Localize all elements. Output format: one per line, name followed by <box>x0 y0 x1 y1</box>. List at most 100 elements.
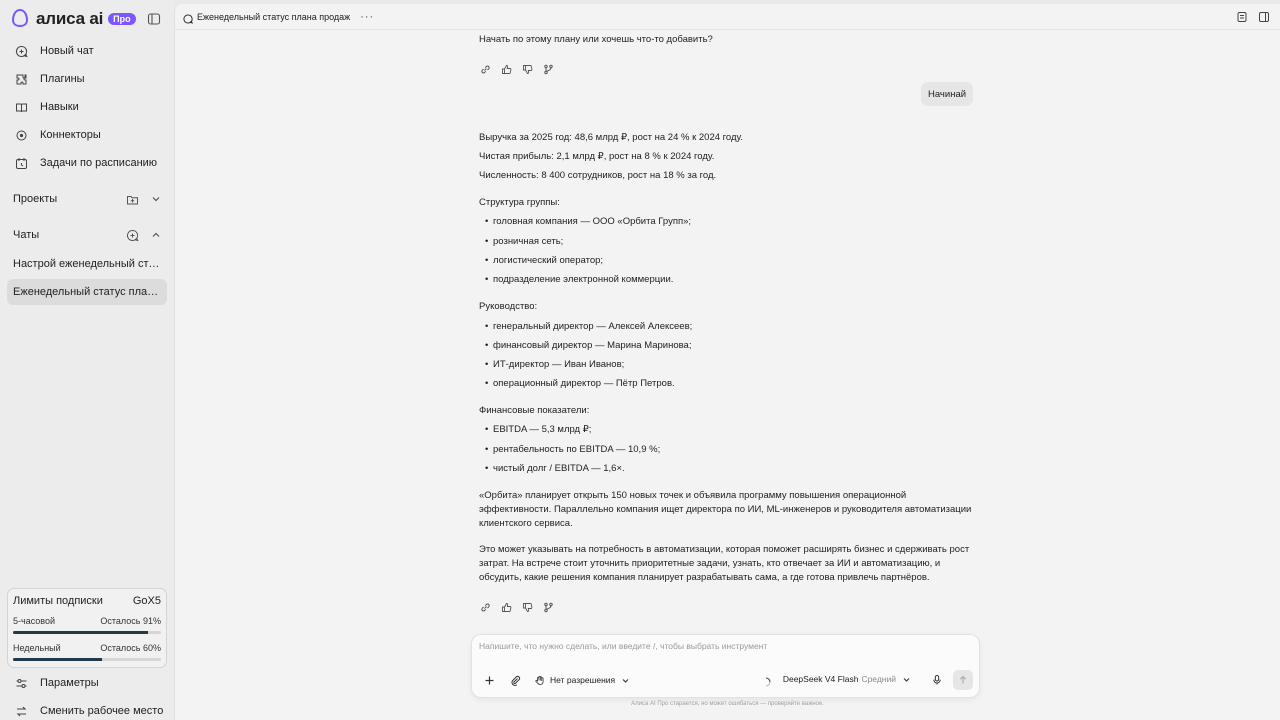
list-item: операционный директор — Пётр Петров. <box>485 377 973 391</box>
thumbs-down-icon[interactable] <box>521 63 533 75</box>
chevron-down-icon <box>902 675 911 684</box>
assistant-message-text: Численность: 8 400 сотрудников, рост на … <box>479 170 717 181</box>
brand[interactable]: алиса ai Про <box>10 8 136 30</box>
model-effort: Средний <box>861 674 896 684</box>
sidebar-item-plugins[interactable]: Плагины <box>8 66 166 92</box>
more-options-icon[interactable]: ··· <box>360 11 374 23</box>
sidebar-item-label: Коннекторы <box>40 129 101 141</box>
add-icon[interactable] <box>482 673 496 687</box>
chat-bubble-icon <box>183 12 194 24</box>
projects-title: Проекты <box>13 193 58 205</box>
assistant-paragraph: Это может указывать на потребность в авт… <box>479 544 970 583</box>
chevron-down-icon <box>621 676 630 685</box>
sidebar: алиса ai Про Новый чат Плагины Навыки Ко… <box>0 0 174 720</box>
thumbs-up-icon[interactable] <box>500 601 512 613</box>
model-name: DeepSeek V4 Flash <box>782 674 859 684</box>
microphone-icon[interactable] <box>931 674 943 686</box>
five-hour-progress <box>13 631 161 634</box>
section-heading: Структура группы: <box>479 197 560 208</box>
section-heading: Руководство: <box>479 301 538 312</box>
brand-name: алиса ai <box>36 9 104 28</box>
loading-spinner-icon <box>761 675 771 687</box>
sidebar-item-label: Задачи по расписанию <box>40 157 158 169</box>
disclaimer-text: Алиса AI Про старается, но может ошибать… <box>631 701 824 707</box>
list-item: чистый долг / EBITDA — 1,6×. <box>485 462 973 476</box>
new-project-icon[interactable] <box>125 192 139 206</box>
composer-toolbar: Нет разрешения <box>482 673 630 687</box>
branch-icon[interactable] <box>542 601 554 613</box>
connector-icon <box>14 128 28 142</box>
projects-section: Проекты <box>13 189 163 209</box>
weekly-label: Недельный <box>13 643 61 653</box>
copy-icon[interactable] <box>479 63 491 75</box>
chat-title: Еженедельный статус плана продаж <box>13 286 161 298</box>
branch-icon[interactable] <box>542 63 554 75</box>
list-item: розничная сеть; <box>485 235 973 249</box>
five-hour-label: 5-часовой <box>13 616 56 626</box>
sidebar-item-switch-workspace[interactable]: Сменить рабочее место <box>8 698 166 720</box>
side-panel-icon[interactable] <box>1258 11 1270 23</box>
chat-title-header[interactable]: Еженедельный статус плана продаж <box>197 12 350 22</box>
composer-placeholder[interactable]: Напишите, что нужно сделать, или введите… <box>479 641 767 651</box>
sidebar-item-label: Параметры <box>40 677 99 689</box>
chat-header: Еженедельный статус плана продаж ··· <box>175 4 1280 30</box>
alice-logo-icon <box>10 8 30 31</box>
chat-list-item[interactable]: Настрой еженедельный статус плана продаж <box>7 251 167 277</box>
message-composer[interactable]: Напишите, что нужно сделать, или введите… <box>471 634 980 698</box>
sidebar-item-label: Сменить рабочее место <box>40 705 164 717</box>
sidebar-item-new-chat[interactable]: Новый чат <box>8 38 166 64</box>
plugin-icon <box>14 72 28 86</box>
sidebar-item-label: Новый чат <box>40 45 94 57</box>
settings-icon <box>14 676 28 690</box>
chevron-down-icon[interactable] <box>149 192 163 206</box>
message-actions <box>479 601 554 613</box>
assistant-message-text: Начать по этому плану или хочешь что-то … <box>479 34 713 45</box>
new-chat-small-icon[interactable] <box>125 228 139 242</box>
limits-plan: GoX5 <box>132 595 161 607</box>
message-actions <box>479 63 554 75</box>
send-button[interactable] <box>953 670 973 690</box>
user-message-bubble: Начинай <box>921 82 974 106</box>
chevron-up-icon[interactable] <box>149 228 163 242</box>
attach-icon[interactable] <box>508 673 522 687</box>
five-hour-remaining: Осталось 91% <box>100 616 161 626</box>
list-item: логистический оператор; <box>485 254 973 268</box>
sidebar-item-label: Плагины <box>40 73 85 85</box>
subscription-limits[interactable]: Лимиты подписки GoX5 5-часовой Осталось … <box>7 588 167 668</box>
sidebar-item-connectors[interactable]: Коннекторы <box>8 122 166 148</box>
chat-list-item-active[interactable]: Еженедельный статус плана продаж <box>7 279 167 305</box>
main-panel: Еженедельный статус плана продаж ··· Нач… <box>174 4 1280 720</box>
assistant-message-text: Выручка за 2025 год: 48,6 млрд ₽, рост н… <box>479 132 743 143</box>
list-item: финансовый директор — Марина Маринова; <box>485 339 973 353</box>
sidebar-toggle-icon[interactable] <box>147 12 161 26</box>
list-item: подразделение электронной коммерции. <box>485 273 973 287</box>
thumbs-down-icon[interactable] <box>521 601 533 613</box>
assistant-paragraph: «Орбита» планирует открыть 150 новых точ… <box>479 490 972 529</box>
list-item: EBITDA — 5,3 млрд ₽; <box>485 423 973 437</box>
thumbs-up-icon[interactable] <box>500 63 512 75</box>
sidebar-item-scheduled-tasks[interactable]: Задачи по расписанию <box>8 150 166 176</box>
arrow-up-icon <box>959 675 967 684</box>
workspace-icon <box>14 704 28 718</box>
pro-badge: Про <box>108 13 136 25</box>
chats-title: Чаты <box>13 229 40 241</box>
book-icon <box>14 100 28 114</box>
permission-selector[interactable]: Нет разрешения <box>534 675 630 686</box>
limits-title: Лимиты подписки <box>13 595 103 607</box>
list-item: генеральный директор — Алексей Алексеев; <box>485 320 973 334</box>
weekly-progress <box>13 658 161 661</box>
sidebar-item-settings[interactable]: Параметры <box>8 670 166 696</box>
copy-icon[interactable] <box>479 601 491 613</box>
sidebar-item-skills[interactable]: Навыки <box>8 94 166 120</box>
list-item: ИТ-директор — Иван Иванов; <box>485 358 973 372</box>
document-panel-icon[interactable] <box>1236 11 1248 23</box>
sidebar-item-label: Навыки <box>40 101 79 113</box>
permission-label: Нет разрешения <box>550 675 616 685</box>
section-heading: Финансовые показатели: <box>479 405 590 416</box>
list-item: рентабельность по EBITDA — 10,9 %; <box>485 443 973 457</box>
chat-title: Настрой еженедельный статус плана продаж <box>13 258 161 270</box>
new-chat-icon <box>14 44 28 58</box>
model-selector[interactable]: DeepSeek V4 Flash Средний <box>783 674 911 684</box>
weekly-remaining: Осталось 60% <box>100 643 161 653</box>
list-item: головная компания — ООО «Орбита Групп»; <box>485 215 973 229</box>
